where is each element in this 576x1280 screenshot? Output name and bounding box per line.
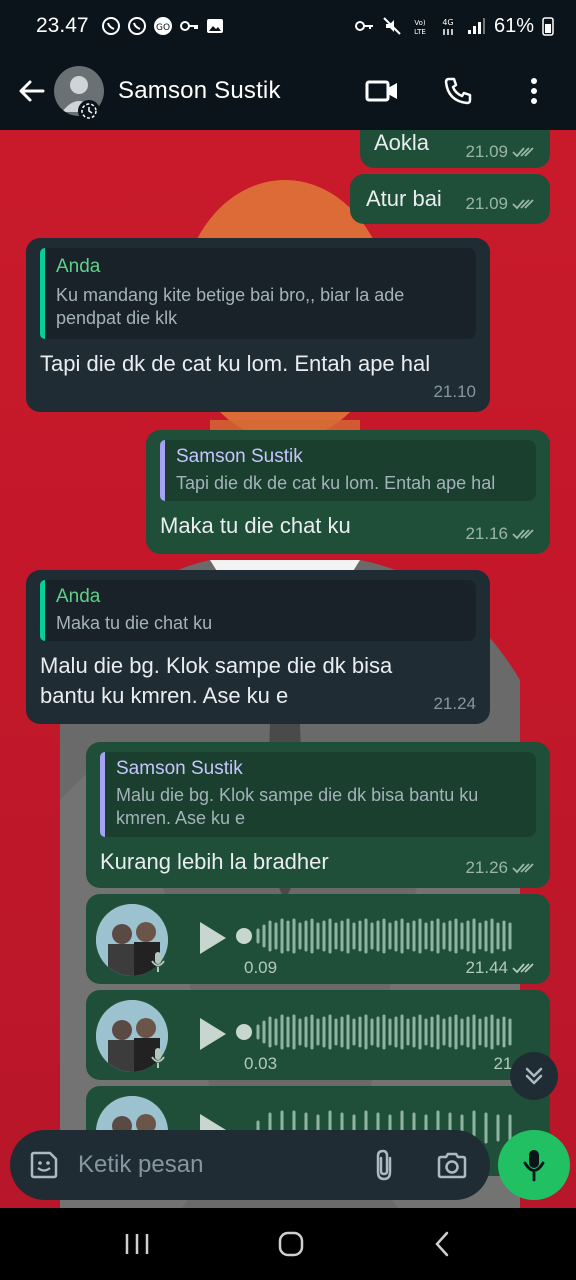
contact-name[interactable]: Samson Sustik <box>118 77 281 105</box>
message-text: Aokla <box>374 130 430 155</box>
scroll-to-bottom-button[interactable] <box>510 1052 558 1100</box>
mic-icon <box>151 952 165 972</box>
double-check-icon <box>512 199 534 210</box>
whatsapp-notification-icon-2 <box>127 17 146 35</box>
message-time: 21.44 <box>465 958 508 977</box>
quote-text: Maka tu die chat ku <box>56 613 213 633</box>
quote-author: Anda <box>56 586 101 607</box>
system-nav-bar <box>0 1208 576 1280</box>
disappearing-timer-icon <box>78 100 100 122</box>
audio-waveform[interactable] <box>236 916 522 956</box>
sticker-emoji-icon[interactable] <box>28 1149 60 1181</box>
vpn-key-icon <box>354 21 373 31</box>
quote-text: Ku mandang kite betige bai bro,, biar la… <box>56 285 405 329</box>
play-icon[interactable] <box>196 1016 228 1052</box>
message-text: Tapi die dk de cat ku lom. Entah ape hal <box>40 350 431 376</box>
more-vertical-icon <box>531 78 537 104</box>
signal-icon <box>467 18 485 34</box>
key-icon <box>179 21 198 31</box>
double-check-icon <box>512 529 534 540</box>
network-4g-icon: 4G <box>442 18 454 35</box>
paperclip-icon[interactable] <box>372 1148 396 1182</box>
camera-icon[interactable] <box>436 1151 468 1179</box>
volte-icon: Vo)LTE <box>414 19 426 36</box>
voice-duration: 0.09 <box>244 958 278 977</box>
outgoing-message[interactable]: Samson Sustik Tapi die dk de cat ku lom.… <box>146 430 550 554</box>
mic-icon <box>151 1048 165 1068</box>
message-time: 21.09 <box>465 194 508 213</box>
message-time: 21.16 <box>465 524 508 543</box>
audio-waveform[interactable] <box>236 1012 522 1052</box>
outgoing-message[interactable]: Samson Sustik Malu die bg. Klok sampe di… <box>86 742 550 888</box>
svg-text:GO: GO <box>156 23 170 33</box>
message-time: 21.26 <box>465 858 508 877</box>
status-time: 23.47 <box>36 14 89 37</box>
incoming-message[interactable]: Anda Maka tu die chat ku Malu die bg. Kl… <box>26 570 490 724</box>
quote-text: Tapi die dk de cat ku lom. Entah ape hal <box>176 473 496 493</box>
quoted-reply[interactable]: Samson Sustik Malu die bg. Klok sampe di… <box>100 752 536 837</box>
battery-percent: 61% <box>493 14 534 37</box>
chat-header: Samson Sustik <box>0 52 576 130</box>
back-button[interactable] <box>12 71 52 111</box>
message-input[interactable]: Ketik pesan <box>78 1151 372 1179</box>
quote-author: Samson Sustik <box>116 758 243 779</box>
home-icon[interactable] <box>277 1230 305 1258</box>
svg-text:Vo): Vo) <box>414 19 426 27</box>
quoted-reply[interactable]: Anda Maka tu die chat ku <box>40 580 476 642</box>
message-composer[interactable]: Ketik pesan <box>10 1130 490 1200</box>
double-check-icon <box>512 147 534 158</box>
network-label: 4G <box>442 18 453 27</box>
arrow-left-icon <box>19 80 45 102</box>
voice-duration: 0.03 <box>244 1054 278 1073</box>
quoted-reply[interactable]: Anda Ku mandang kite betige bai bro,, bi… <box>40 248 476 339</box>
quote-author: Anda <box>56 256 101 277</box>
phone-icon <box>444 77 472 105</box>
video-camera-icon <box>365 80 397 102</box>
voice-call-button[interactable] <box>438 71 478 111</box>
quote-author: Samson Sustik <box>176 446 303 467</box>
chat-area[interactable]: Aokla 21.09 Atur bai 21.09 Anda Ku manda… <box>0 130 576 1208</box>
outgoing-message[interactable]: Aokla 21.09 <box>360 130 550 168</box>
battery-icon <box>542 17 554 36</box>
voice-message[interactable]: 0.09 21.44 <box>86 894 550 984</box>
microphone-icon <box>523 1150 545 1182</box>
gallery-icon <box>206 19 223 33</box>
status-bar: 23.47 GO Vo) LTE 4G 61% <box>0 0 576 52</box>
outgoing-message[interactable]: Atur bai 21.09 <box>350 174 550 224</box>
message-text: Atur bai <box>366 186 442 211</box>
quoted-reply[interactable]: Samson Sustik Tapi die dk de cat ku lom.… <box>160 440 536 502</box>
whatsapp-notification-icon <box>101 17 120 35</box>
video-call-button[interactable] <box>362 71 402 111</box>
message-time: 21.10 <box>433 382 476 401</box>
mute-icon <box>383 17 401 35</box>
record-voice-button[interactable] <box>498 1130 570 1200</box>
svg-text:LTE: LTE <box>414 28 426 36</box>
incoming-message[interactable]: Anda Ku mandang kite betige bai bro,, bi… <box>26 238 490 412</box>
message-text: Malu die bg. Klok sampe die dk bisa bant… <box>40 653 393 709</box>
double-check-icon <box>512 963 534 974</box>
double-check-icon <box>512 863 534 874</box>
message-time: 21.09 <box>465 142 508 161</box>
more-options-button[interactable] <box>514 71 554 111</box>
play-icon[interactable] <box>196 920 228 956</box>
message-time: 21.24 <box>433 694 476 713</box>
quote-text: Malu die bg. Klok sampe die dk bisa bant… <box>116 785 479 829</box>
double-chevron-down-icon <box>525 1067 543 1085</box>
voice-message[interactable]: 0.03 21.44 <box>86 990 550 1080</box>
back-nav-icon[interactable] <box>432 1230 452 1258</box>
go-app-icon: GO <box>153 17 172 35</box>
recent-apps-icon[interactable] <box>124 1232 150 1256</box>
